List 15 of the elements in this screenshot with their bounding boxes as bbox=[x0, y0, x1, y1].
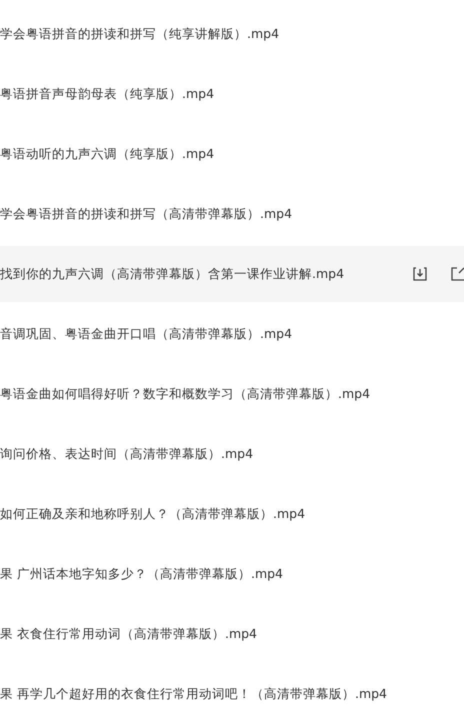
file-name: 音调巩固、粤语金曲开口唱（高清带弹幕版）.mp4 bbox=[0, 326, 294, 342]
download-icon[interactable] bbox=[411, 265, 429, 283]
file-name: 找到你的九声六调（高清带弹幕版）含第一课作业讲解.mp4 bbox=[0, 266, 346, 282]
file-name: 粤语动听的九声六调（纯享版）.mp4 bbox=[0, 146, 216, 162]
file-name: 果 再学几个超好用的衣食住行常用动词吧！（高清带弹幕版）.mp4 bbox=[0, 686, 388, 702]
file-name: 果 广州话本地字知多少？（高清带弹幕版）.mp4 bbox=[0, 566, 284, 582]
file-name: 粤语拼音声母韵母表（纯享版）.mp4 bbox=[0, 86, 216, 102]
file-name: 果 衣食住行常用动词（高清带弹幕版）.mp4 bbox=[0, 626, 258, 642]
share-icon[interactable] bbox=[450, 265, 464, 283]
file-name: 如何正确及亲和地称呼别人？（高清带弹幕版）.mp4 bbox=[0, 506, 306, 522]
file-name: 询问价格、表达时间（高清带弹幕版）.mp4 bbox=[0, 446, 254, 462]
file-name: 学会粤语拼音的拼读和拼写（高清带弹幕版）.mp4 bbox=[0, 206, 294, 222]
file-name: 粤语金曲如何唱得好听？数字和概数学习（高清带弹幕版）.mp4 bbox=[0, 386, 372, 402]
file-name: 学会粤语拼音的拼读和拼写（纯享讲解版）.mp4 bbox=[0, 26, 280, 42]
file-row-highlighted[interactable]: 找到你的九声六调（高清带弹幕版）含第一课作业讲解.mp4 bbox=[0, 246, 464, 302]
